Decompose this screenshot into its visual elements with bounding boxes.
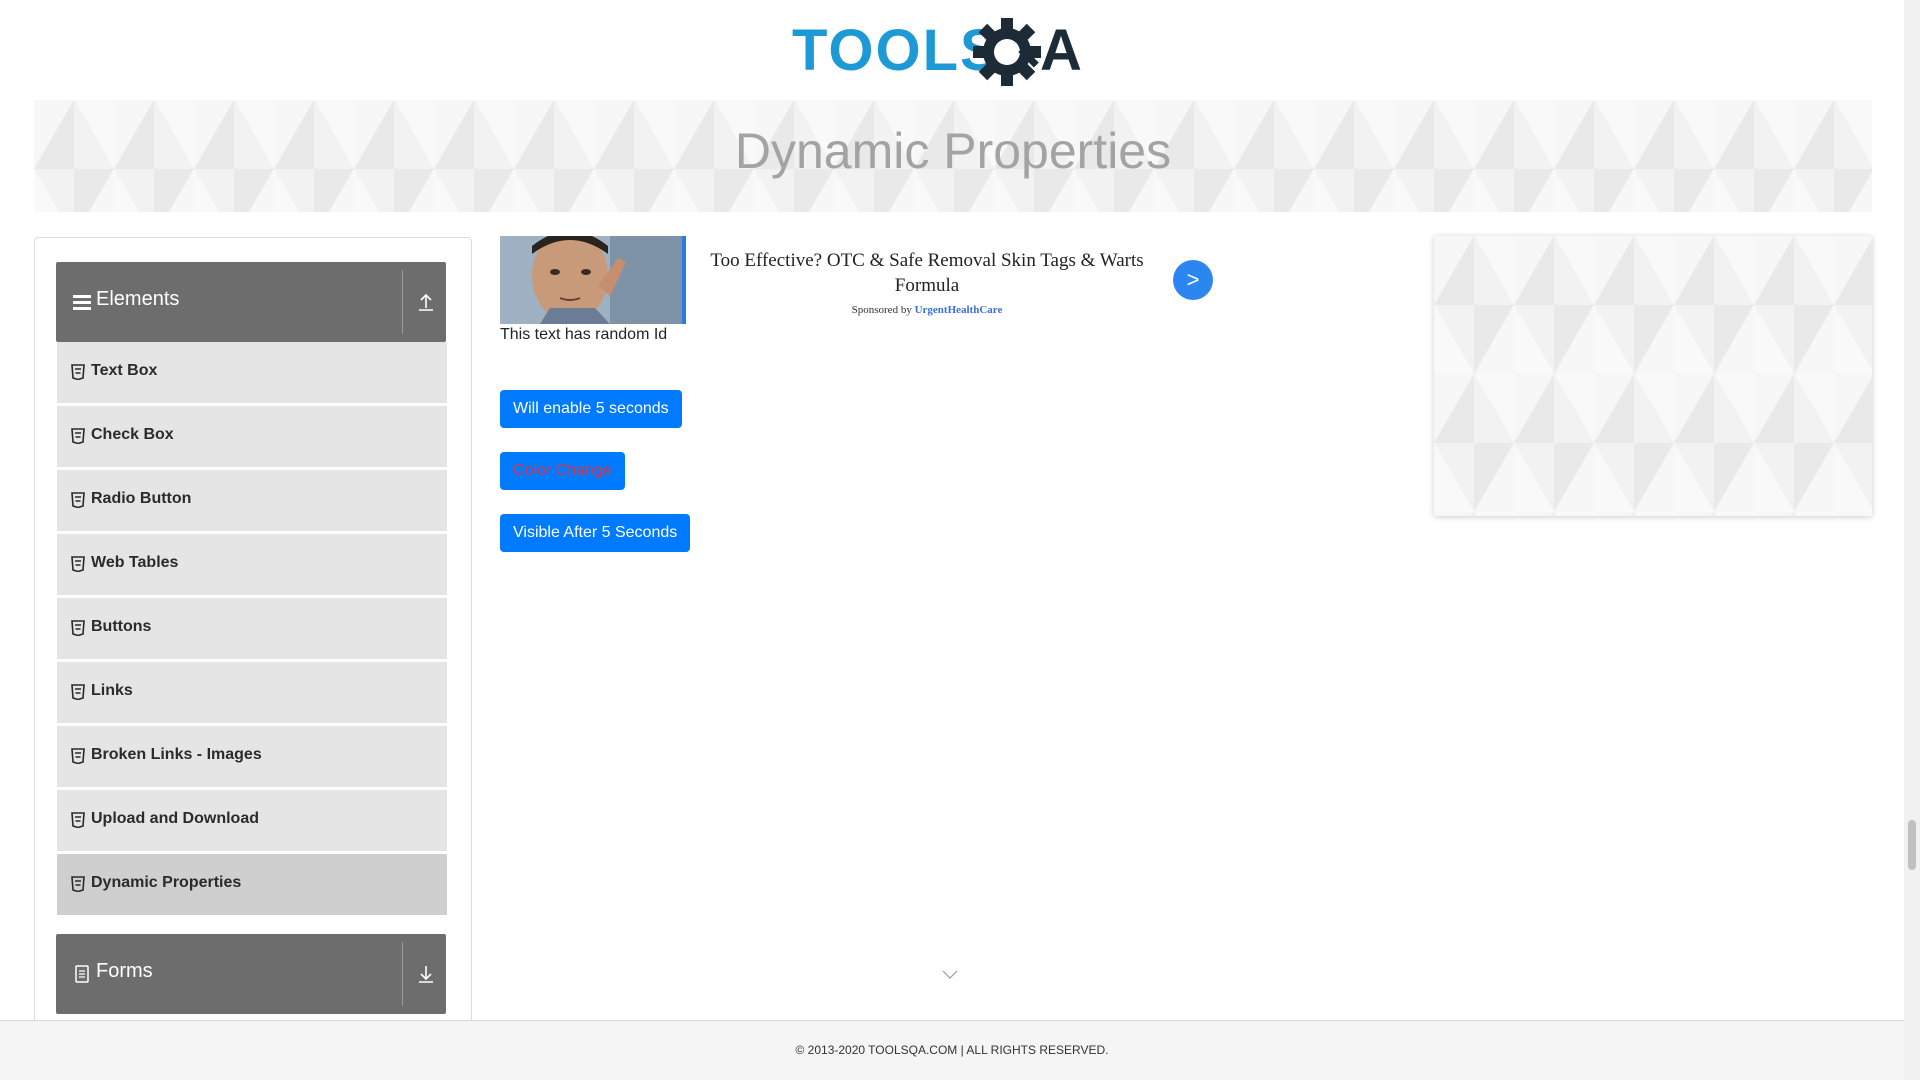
group-label-elements: Elements — [96, 288, 180, 310]
sidebar-item-dynamic-properties[interactable]: Dynamic Properties — [57, 854, 447, 916]
expand-down-icon[interactable] — [412, 960, 440, 988]
sponsored-ad[interactable]: Too Effective? OTC & Safe Removal Skin T… — [500, 236, 1213, 326]
color-change-button[interactable]: Color Change — [500, 452, 625, 490]
sidebar-item-label: Upload and Download — [91, 810, 259, 827]
chevron-down-icon — [942, 970, 958, 979]
ad-title[interactable]: Too Effective? OTC & Safe Removal Skin T… — [692, 248, 1162, 298]
ad-accent-bar — [682, 236, 686, 324]
html-file-icon — [71, 620, 85, 636]
toolsqa-logo[interactable]: TOOLS A — [792, 12, 1117, 92]
html-file-icon — [71, 364, 85, 380]
sidebar-item-upload-and-download[interactable]: Upload and Download — [57, 790, 447, 852]
divider — [402, 270, 403, 334]
enable-after-button[interactable]: Will enable 5 seconds — [500, 390, 682, 428]
site-footer: © 2013-2020 TOOLSQA.COM | ALL RIGHTS RES… — [0, 1020, 1904, 1080]
sidebar-item-label: Dynamic Properties — [91, 874, 242, 891]
sidebar-item-label: Web Tables — [91, 554, 179, 571]
divider — [402, 942, 403, 1006]
group-header-forms[interactable]: Forms — [56, 934, 446, 1014]
page-banner: Dynamic Properties — [34, 100, 1872, 212]
group-header-elements[interactable]: Elements — [56, 262, 446, 342]
sidebar-item-check-box[interactable]: Check Box — [57, 406, 447, 468]
ad-sponsor-prefix: Sponsored by — [851, 304, 912, 316]
html-file-icon — [71, 748, 85, 764]
sidebar-item-label: Buttons — [91, 618, 152, 635]
ad-sponsor: Sponsored by UrgentHealthCare — [692, 304, 1162, 316]
footer-copyright: © 2013-2020 TOOLSQA.COM | ALL RIGHTS RES… — [795, 1043, 1109, 1057]
sidebar-item-radio-button[interactable]: Radio Button — [57, 470, 447, 532]
logo-text-qa: A — [1040, 18, 1082, 83]
logo-text-tools: TOOLS — [792, 18, 1001, 83]
group-label-forms: Forms — [96, 960, 153, 982]
gear-icon — [973, 18, 1041, 86]
random-id-text: This text has random Id — [500, 326, 668, 343]
sidebar-item-web-tables[interactable]: Web Tables — [57, 534, 447, 596]
site-header: TOOLS A — [0, 0, 1904, 100]
sidebar-item-broken-links-images[interactable]: Broken Links - Images — [57, 726, 447, 788]
sidebar-item-links[interactable]: Links — [57, 662, 447, 724]
visible-after-button[interactable]: Visible After 5 Seconds — [500, 514, 691, 552]
document-icon — [75, 965, 89, 983]
hamburger-icon — [73, 295, 91, 310]
logo-graphic: TOOLS A — [792, 18, 1082, 86]
page-title: Dynamic Properties — [734, 123, 1172, 179]
sidebar-item-label: Broken Links - Images — [91, 746, 262, 763]
sidebar-item-label: Radio Button — [91, 490, 192, 507]
html-file-icon — [71, 684, 85, 700]
ad-photo-person — [500, 236, 684, 324]
html-file-icon — [71, 556, 85, 572]
sidebar-item-buttons[interactable]: Buttons — [57, 598, 447, 660]
page-scrollbar[interactable] — [1904, 0, 1920, 1080]
sidebar-item-label: Links — [91, 682, 133, 699]
ad-image[interactable] — [500, 236, 684, 324]
right-ad-banner[interactable] — [1434, 236, 1872, 516]
sidebar-item-text-box[interactable]: Text Box — [57, 342, 447, 404]
left-sidebar: Elements Text Box Check Box Radio Button… — [34, 237, 472, 1042]
collapse-up-icon[interactable] — [412, 288, 440, 316]
ad-next-button[interactable]: > — [1173, 260, 1213, 300]
html-file-icon — [71, 812, 85, 828]
html-file-icon — [71, 876, 85, 892]
html-file-icon — [71, 492, 85, 508]
sidebar-item-label: Check Box — [91, 426, 174, 443]
sidebar-item-label: Text Box — [91, 362, 158, 379]
ad-sponsor-brand[interactable]: UrgentHealthCare — [915, 304, 1003, 316]
scrollbar-thumb[interactable] — [1908, 820, 1916, 870]
html-file-icon — [71, 428, 85, 444]
